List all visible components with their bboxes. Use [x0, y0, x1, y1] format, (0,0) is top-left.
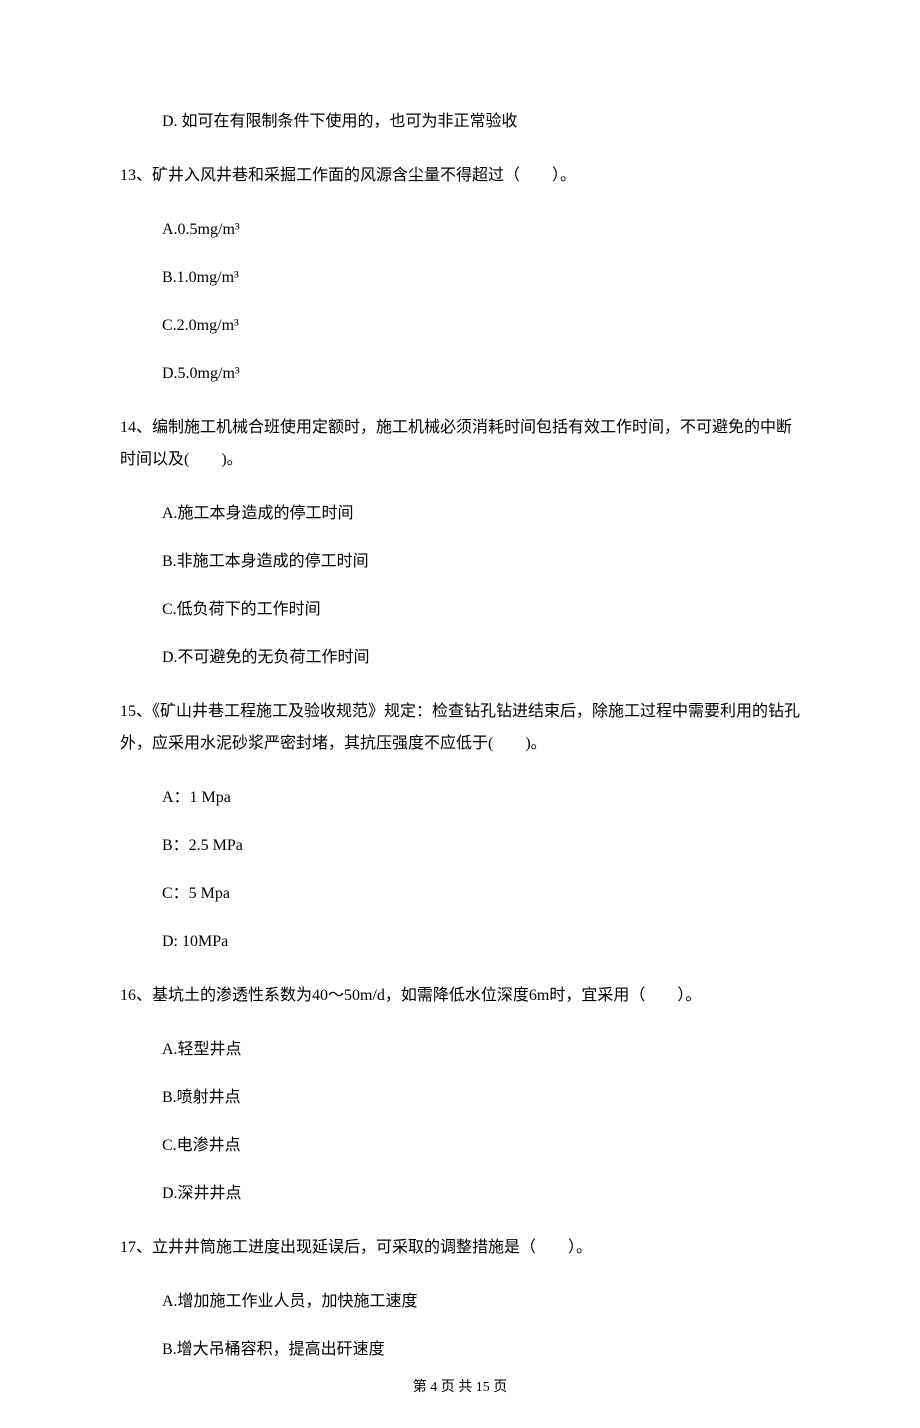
option-b: B.喷射井点 — [162, 1086, 800, 1110]
question-14: 14、编制施工机械合班使用定额时，施工机械必须消耗时间包括有效工作时间，不可避免… — [120, 412, 800, 476]
question-17: 17、立井井筒施工进度出现延误后，可采取的调整措施是（ ）。 — [120, 1232, 800, 1264]
option-a: A.施工本身造成的停工时间 — [162, 502, 800, 526]
option-d: D.深井井点 — [162, 1182, 800, 1206]
option-d: D. 如可在有限制条件下使用的，也可为非正常验收 — [162, 110, 800, 134]
option-a: A.轻型井点 — [162, 1038, 800, 1062]
question-15-options: A：1 Mpa B：2.5 MPa C：5 Mpa D: 10MPa — [120, 786, 800, 954]
option-b: B：2.5 MPa — [162, 834, 800, 858]
option-a: A.0.5mg/m³ — [162, 218, 800, 242]
question-16: 16、基坑土的渗透性系数为40～50m/d，如需降低水位深度6m时，宜采用（ ）… — [120, 980, 800, 1012]
question-17-options: A.增加施工作业人员，加快施工速度 B.增大吊桶容积，提高出矸速度 — [120, 1290, 800, 1362]
option-d: D: 10MPa — [162, 930, 800, 954]
option-a: A.增加施工作业人员，加快施工速度 — [162, 1290, 800, 1314]
option-c: C.电渗井点 — [162, 1134, 800, 1158]
option-c: C：5 Mpa — [162, 882, 800, 906]
option-a: A：1 Mpa — [162, 786, 800, 810]
option-c: C.2.0mg/m³ — [162, 314, 800, 338]
document-page: D. 如可在有限制条件下使用的，也可为非正常验收 13、矿井入风井巷和采掘工作面… — [0, 0, 920, 1428]
page-footer: 第 4 页 共 15 页 — [0, 1377, 920, 1398]
option-d: D.5.0mg/m³ — [162, 362, 800, 386]
question-13: 13、矿井入风井巷和采掘工作面的风源含尘量不得超过（ ）。 — [120, 160, 800, 192]
option-b: B.1.0mg/m³ — [162, 266, 800, 290]
question-14-options: A.施工本身造成的停工时间 B.非施工本身造成的停工时间 C.低负荷下的工作时间… — [120, 502, 800, 670]
question-13-options: A.0.5mg/m³ B.1.0mg/m³ C.2.0mg/m³ D.5.0mg… — [120, 218, 800, 386]
question-12-options-continued: D. 如可在有限制条件下使用的，也可为非正常验收 — [120, 110, 800, 134]
option-b: B.非施工本身造成的停工时间 — [162, 550, 800, 574]
question-15: 15、《矿山井巷工程施工及验收规范》规定：检查钻孔钻进结束后，除施工过程中需要利… — [120, 696, 800, 760]
option-c: C.低负荷下的工作时间 — [162, 598, 800, 622]
option-b: B.增大吊桶容积，提高出矸速度 — [162, 1338, 800, 1362]
question-16-options: A.轻型井点 B.喷射井点 C.电渗井点 D.深井井点 — [120, 1038, 800, 1206]
option-d: D.不可避免的无负荷工作时间 — [162, 646, 800, 670]
